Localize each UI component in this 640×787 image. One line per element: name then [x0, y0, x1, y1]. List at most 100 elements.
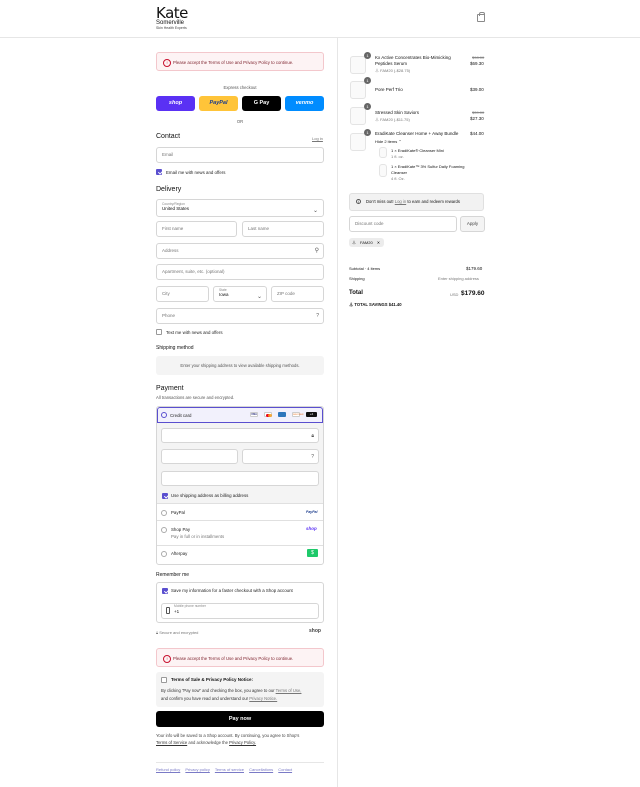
paypal-radio[interactable]	[161, 510, 167, 516]
save-info-checkbox[interactable]	[162, 588, 168, 594]
billing-label: Use shipping address as billing address	[171, 493, 249, 498]
terms-title: Terms of Sale & Privacy Policy Notice:	[171, 677, 253, 682]
item-discount: ⏃ FAM20 (-$11.75)	[375, 117, 410, 123]
shop-pp-link[interactable]: Privacy Policy.	[229, 740, 256, 745]
name-on-card-field[interactable]	[161, 471, 319, 486]
shopping-bag-icon[interactable]	[477, 12, 485, 22]
tag-icon: ⏃	[375, 117, 379, 122]
footer-note: Your info will be saved to a Shop accoun…	[156, 732, 324, 746]
hide-items-label: Hide 2 items	[375, 139, 398, 144]
brand-logo[interactable]: Kate Somerville Skin Health Experts	[156, 4, 188, 31]
cvv-field[interactable]: ?	[242, 449, 319, 464]
quantity-badge: 1	[364, 103, 371, 110]
item-name-2: Peptides Serum	[375, 61, 408, 66]
express-title: Express checkout	[223, 85, 257, 90]
apply-button[interactable]: Apply	[460, 216, 485, 232]
close-icon[interactable]: ✕	[377, 240, 380, 245]
terms-of-use-link[interactable]: Terms of Use,	[276, 688, 302, 693]
help-icon: ?	[316, 313, 319, 319]
shipping-label: Shipping	[349, 276, 365, 281]
privacy-policy-link[interactable]: Privacy policy	[185, 767, 209, 772]
item-price: $27.30	[470, 116, 484, 121]
rewards-banner: i Don't miss out! Log in to earn and red…	[349, 193, 484, 211]
shipping-title: Shipping method	[156, 345, 194, 351]
address-placeholder: Address	[162, 248, 179, 253]
total-value: $179.60	[461, 290, 485, 297]
text-checkbox[interactable]	[156, 329, 162, 335]
cancellations-link[interactable]: Cancellations	[249, 767, 273, 772]
refund-policy-link[interactable]: Refund policy	[156, 767, 180, 772]
terms-checkbox[interactable]	[161, 677, 167, 683]
credit-card-radio[interactable]	[161, 412, 167, 418]
billing-checkbox[interactable]	[162, 493, 168, 499]
email-field[interactable]: Email	[156, 147, 324, 163]
shoppay-radio[interactable]	[161, 527, 167, 533]
shop-logo: shop	[306, 526, 317, 531]
product-image	[350, 133, 366, 151]
afterpay-radio[interactable]	[161, 551, 167, 557]
shop-tos-link[interactable]: Terms of Service	[156, 740, 187, 745]
state-value: Iowa	[219, 292, 229, 297]
expiry-field[interactable]	[161, 449, 238, 464]
shop-footer-logo: shop	[309, 628, 321, 634]
paypal-logo: PayPal	[306, 510, 318, 514]
terms-text-1: By clicking "Pay now" and checking the b…	[161, 688, 275, 693]
chevron-down-icon: ⌄	[312, 208, 318, 214]
shoppay-sub: Pay in full or in installments	[171, 534, 225, 539]
brand-name: Kate	[156, 4, 188, 22]
card-number-field[interactable]: 🔒︎	[161, 428, 319, 443]
bundle-item-size: 1 fl. oz.	[391, 154, 404, 159]
privacy-notice-link[interactable]: Privacy Notice.	[249, 696, 277, 701]
terms-of-service-link[interactable]: Terms of service	[215, 767, 244, 772]
mobile-phone-field[interactable]: Mobile phone number +1	[161, 603, 319, 619]
search-icon: ⚲	[314, 248, 319, 254]
pay-now-button[interactable]: Pay now	[156, 711, 324, 727]
bundle-item-image	[379, 147, 387, 158]
discount-code-field[interactable]: Discount code	[349, 216, 457, 232]
news-checkbox[interactable]	[156, 169, 162, 175]
country-select[interactable]: Country/Region United States ⌄	[156, 199, 324, 217]
header: Kate Somerville Skin Health Experts	[0, 0, 640, 38]
shipping-value: Enter shipping address	[438, 276, 479, 281]
hide-items-toggle[interactable]: Hide 2 items ⌃	[375, 139, 402, 144]
total-savings: ⏃ TOTAL SAVINGS $41.40	[349, 302, 402, 308]
venmo-button[interactable]: venmo	[285, 96, 324, 111]
quantity-badge: 1	[364, 77, 371, 84]
tag-icon: ⏃	[375, 68, 379, 73]
info-icon: i	[356, 199, 361, 204]
rewards-login-link[interactable]: Log in	[395, 199, 406, 204]
phone-placeholder: Phone	[162, 313, 176, 318]
save-info-label: Save my information for a faster checkou…	[171, 588, 293, 593]
gpay-button[interactable]: G Pay	[242, 96, 281, 111]
shop-pay-button[interactable]: shop	[156, 96, 195, 111]
rewards-text-1: Don't miss out!	[366, 199, 394, 204]
first-name-field[interactable]: First name	[156, 221, 237, 237]
contact-link[interactable]: Contact	[278, 767, 292, 772]
chevron-up-icon: ⌃	[398, 139, 402, 144]
help-icon: ?	[311, 454, 314, 460]
more-cards-badge: +4	[306, 412, 317, 417]
city-field[interactable]: City	[156, 286, 209, 302]
payment-subtitle: All transactions are secure and encrypte…	[156, 395, 235, 400]
payment-title: Payment	[156, 385, 184, 392]
zip-field[interactable]: ZIP code	[271, 286, 324, 302]
lock-icon: 🔒︎	[311, 433, 314, 439]
error-banner-top: Please accept the Terms of Use and Priva…	[156, 52, 324, 71]
discount-code-value: FAM20	[360, 240, 373, 245]
chevron-down-icon: ⌄	[256, 294, 262, 300]
paypal-button[interactable]: PayPal	[199, 96, 238, 111]
login-link[interactable]: Log in	[312, 136, 323, 141]
item-discount-code: FAM20 (-$28.75)	[380, 68, 411, 73]
paypal-label: PayPal	[171, 510, 185, 515]
savings-label: TOTAL SAVINGS	[354, 302, 388, 307]
terms-text-2: and confirm you have read and understand…	[161, 696, 249, 701]
apartment-field[interactable]: Apartment, suite, etc. (optional)	[156, 264, 324, 280]
last-name-field[interactable]: Last name	[242, 221, 324, 237]
address-field[interactable]: Address ⚲	[156, 243, 324, 259]
currency: USD	[450, 292, 459, 297]
state-select[interactable]: State Iowa ⌄	[213, 286, 267, 302]
product-image	[350, 81, 366, 99]
secure-label: Secure and encrypted	[159, 630, 199, 635]
credit-card-label: Credit card	[170, 413, 192, 418]
phone-field[interactable]: Phone ?	[156, 308, 324, 324]
